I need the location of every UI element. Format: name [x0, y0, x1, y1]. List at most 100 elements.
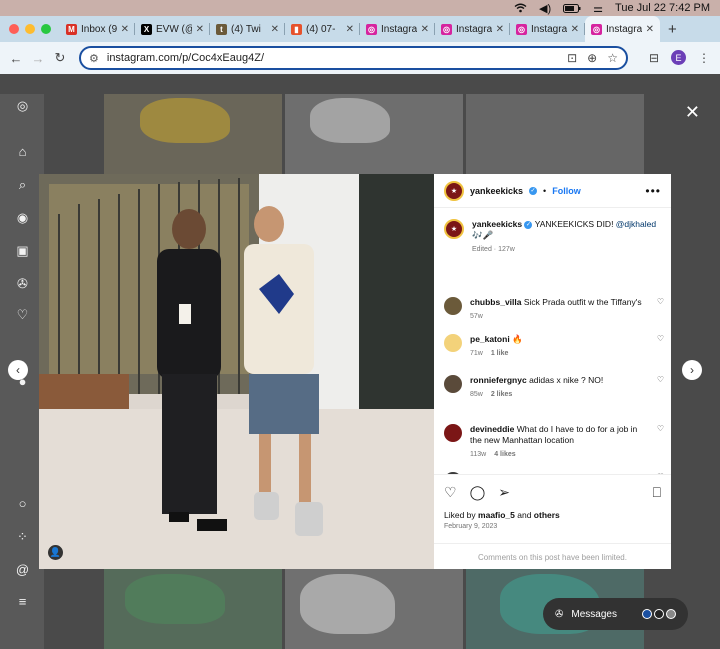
browser-tab[interactable]: ◎ Instagra ✕ [585, 16, 660, 42]
author-avatar[interactable]: ★ [444, 180, 464, 201]
minimize-window-button[interactable] [25, 24, 35, 34]
back-button[interactable]: ← [5, 51, 27, 66]
close-tab-icon[interactable]: ✕ [121, 24, 129, 35]
x-icon: X [141, 23, 152, 35]
caption-meta: Edited · 127w [472, 246, 515, 253]
comment-age[interactable]: 57w [470, 311, 483, 322]
reload-button[interactable]: ↻ [49, 50, 71, 66]
more-menu-icon[interactable]: ≡ [15, 594, 30, 609]
page-viewport: ◎ ⌂ ⌕ ◉ ▣ ✇ ♡ ● ○ ⁘ @ ≡ ✕ ‹ › 👤 ★ yankee… [0, 74, 720, 649]
new-tab-button[interactable]: + [660, 21, 685, 38]
liked-by-others-link[interactable]: others [534, 510, 560, 520]
post-photo[interactable]: 👤 [39, 174, 434, 569]
background-shoe-image [125, 574, 225, 624]
battery-icon[interactable] [563, 3, 581, 13]
reels-icon[interactable]: ▣ [15, 243, 30, 258]
share-send-icon[interactable]: ➢ [498, 484, 510, 501]
browser-tab[interactable]: X EVW (@ ✕ [135, 16, 210, 42]
close-tab-icon[interactable]: ✕ [271, 24, 279, 35]
more-options-icon[interactable]: ••• [645, 184, 661, 198]
caption-author-avatar[interactable]: ★ [444, 219, 464, 239]
messages-bar[interactable]: ✇ Messages [543, 598, 688, 630]
close-window-button[interactable] [9, 24, 19, 34]
caption-username[interactable]: yankeekicks [472, 219, 522, 229]
comment-like-heart-icon[interactable]: ♡ [654, 424, 664, 460]
previous-post-button[interactable]: ‹ [8, 360, 28, 380]
explore-icon[interactable]: ◉ [15, 210, 30, 225]
profile-avatar[interactable]: E [671, 50, 686, 65]
browser-tab[interactable]: ◎ Instagra ✕ [435, 16, 510, 42]
bookmark-star-icon[interactable]: ☆ [607, 51, 618, 65]
messenger-icon[interactable]: ✇ [15, 276, 30, 291]
commenter-avatar[interactable] [444, 375, 462, 393]
wifi-icon[interactable] [514, 3, 527, 13]
comment-likes[interactable]: 4 likes [494, 449, 515, 460]
close-tab-icon[interactable]: ✕ [421, 24, 429, 35]
window-controls [0, 24, 60, 34]
post-date[interactable]: February 9, 2023 [444, 523, 661, 530]
comment-age[interactable]: 85w [470, 389, 483, 400]
comment-age[interactable]: 71w [470, 348, 483, 359]
browser-tab[interactable]: ▮ (4) 07- ✕ [285, 16, 360, 42]
comment-like-heart-icon[interactable]: ♡ [654, 297, 664, 322]
close-modal-icon[interactable]: ✕ [685, 102, 700, 123]
chrome-menu-icon[interactable]: ⋮ [698, 51, 710, 65]
maximize-window-button[interactable] [41, 24, 51, 34]
close-tab-icon[interactable]: ✕ [496, 24, 504, 35]
close-tab-icon[interactable]: ✕ [571, 24, 579, 35]
forward-button[interactable]: → [27, 51, 49, 66]
threads-logo-icon[interactable]: @ [15, 562, 30, 577]
commenter-avatar[interactable] [444, 297, 462, 315]
instagram-logo-icon[interactable]: ◎ [15, 98, 30, 113]
background-post-tile[interactable] [466, 94, 644, 174]
control-center-icon[interactable]: ⚌ [593, 2, 603, 15]
search-icon[interactable]: ⌕ [15, 177, 30, 192]
install-app-icon[interactable]: ⊡ [567, 51, 577, 65]
caption-mention-link[interactable]: @djkhaled [616, 219, 656, 229]
commenter-username[interactable]: ronniefergnyc [470, 375, 527, 385]
commenter-username[interactable]: chubbs_villa [470, 297, 522, 307]
also-from-meta-icon[interactable]: ⁘ [15, 529, 30, 544]
commenter-username[interactable]: devineddie [470, 424, 514, 434]
close-tab-icon[interactable]: ✕ [646, 24, 654, 35]
browser-tab[interactable]: ◎ Instagra ✕ [360, 16, 435, 42]
tab-title: Instagra [531, 23, 567, 35]
address-bar[interactable]: ⚙ instagram.com/p/Coc4xEaug4Z/ ⊡ ⊕ ☆ [79, 46, 628, 70]
commenter-username[interactable]: pe_katoni [470, 334, 510, 344]
comment-like-heart-icon[interactable]: ♡ [654, 375, 664, 400]
commenter-avatar[interactable] [444, 424, 462, 442]
site-info-icon[interactable]: ⚙ [89, 52, 99, 65]
close-tab-icon[interactable]: ✕ [196, 24, 204, 35]
url-text[interactable]: instagram.com/p/Coc4xEaug4Z/ [107, 52, 264, 64]
browser-tab[interactable]: t (4) Twi ✕ [210, 16, 285, 42]
comment-like-heart-icon[interactable]: ♡ [654, 334, 664, 359]
close-tab-icon[interactable]: ✕ [346, 24, 354, 35]
zoom-icon[interactable]: ⊕ [587, 51, 597, 65]
follow-button[interactable]: Follow [552, 186, 581, 196]
menu-clock[interactable]: Tue Jul 22 7:42 PM [615, 2, 710, 14]
save-bookmark-icon[interactable]: ⎕ [653, 484, 661, 501]
volume-icon[interactable]: ◀) [539, 2, 551, 15]
like-heart-icon[interactable]: ♡ [444, 484, 457, 501]
comment-age[interactable]: 113w [470, 449, 486, 460]
comment-likes[interactable]: 1 like [491, 348, 509, 359]
caption-emoji: 🎶🎤 [472, 230, 494, 240]
gmail-icon: M [66, 23, 77, 35]
home-icon[interactable]: ⌂ [15, 144, 30, 159]
notifications-heart-icon[interactable]: ♡ [15, 307, 30, 322]
tagged-users-icon[interactable]: 👤 [48, 545, 63, 560]
threads-icon[interactable]: ○ [15, 496, 30, 511]
liked-by-user-link[interactable]: maafio_5 [478, 510, 515, 520]
browser-tab[interactable]: M Inbox (9 ✕ [60, 16, 135, 42]
author-username[interactable]: yankeekicks [470, 186, 523, 196]
comment-row: chubbs_villa Sick Prada outfit w the Tif… [444, 297, 664, 322]
comment-icon[interactable]: ◯ [470, 484, 486, 501]
comment-likes[interactable]: 2 likes [491, 389, 512, 400]
browser-tab[interactable]: ◎ Instagra ✕ [510, 16, 585, 42]
side-panel-icon[interactable]: ⊟ [649, 51, 659, 65]
commenter-avatar[interactable] [444, 334, 462, 352]
post-header: ★ yankeekicks ✓ • Follow ••• [434, 174, 671, 208]
tab-title: EVW (@ [156, 23, 192, 35]
next-post-button[interactable]: › [682, 360, 702, 380]
comment-text: adidas x nike ? NO! [529, 375, 604, 385]
